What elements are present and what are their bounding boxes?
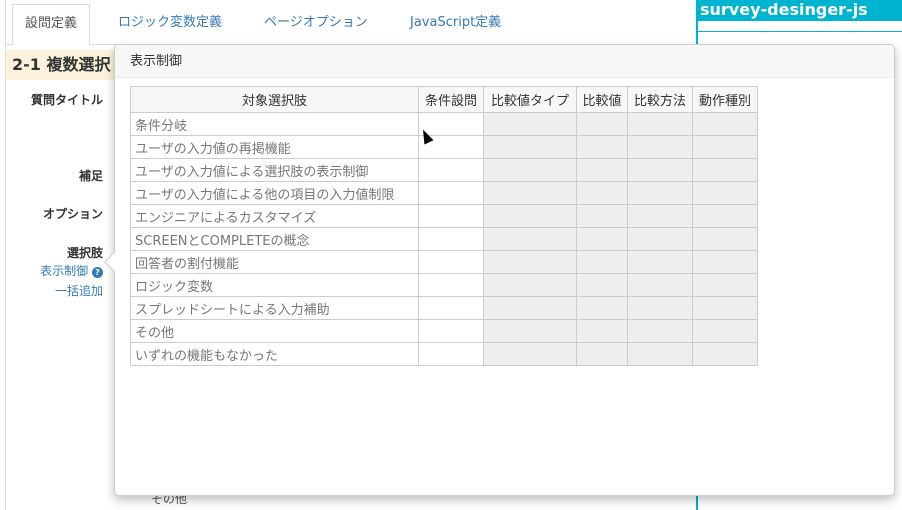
condition-cell[interactable] (418, 273, 484, 297)
condition-cell[interactable] (483, 319, 577, 343)
table-row: 条件分岐 (130, 112, 758, 136)
condition-cell[interactable] (483, 342, 577, 366)
condition-cell[interactable] (483, 250, 577, 274)
condition-cell[interactable] (483, 112, 577, 136)
condition-cell[interactable] (692, 342, 758, 366)
condition-cell[interactable] (692, 158, 758, 182)
condition-cell[interactable] (483, 227, 577, 251)
label-option: オプション (42, 207, 103, 221)
condition-cell[interactable] (418, 227, 484, 251)
table-row: ユーザの入力値の再掲機能 (130, 135, 758, 159)
condition-cell[interactable] (576, 135, 628, 159)
condition-cell[interactable] (483, 181, 577, 205)
question-title: 2-1 複数選択 (6, 50, 116, 80)
table-row: いずれの機能もなかった (130, 342, 758, 366)
condition-cell[interactable] (418, 296, 484, 320)
column-header: 対象選択肢 (130, 86, 419, 113)
table-row: ロジック変数 (130, 273, 758, 297)
condition-cell[interactable] (692, 227, 758, 251)
tab-logic-variables[interactable]: ロジック変数定義 (106, 4, 234, 45)
condition-cell[interactable] (576, 296, 628, 320)
condition-cell[interactable] (576, 204, 628, 228)
condition-cell[interactable] (692, 296, 758, 320)
condition-cell[interactable] (627, 250, 693, 274)
condition-cell[interactable] (692, 204, 758, 228)
condition-cell[interactable] (483, 135, 577, 159)
condition-cell[interactable] (483, 273, 577, 297)
condition-cell[interactable] (576, 250, 628, 274)
condition-cell[interactable] (627, 181, 693, 205)
bulk-add-link[interactable]: 一括追加 (55, 282, 103, 299)
choice-label: ユーザの入力値による選択肢の表示制御 (130, 158, 419, 182)
condition-cell[interactable] (418, 181, 484, 205)
visibility-link-label: 表示制御 (40, 264, 89, 278)
choice-label: SCREENとCOMPLETEの概念 (130, 227, 419, 251)
choice-label: エンジニアによるカスタマイズ (130, 204, 419, 228)
condition-cell[interactable] (576, 227, 628, 251)
choice-label: ユーザの入力値の再掲機能 (130, 135, 419, 159)
table-row: その他 (130, 319, 758, 343)
table-row: ユーザの入力値による選択肢の表示制御 (130, 158, 758, 182)
column-header: 条件設問 (418, 86, 484, 113)
choice-label: ロジック変数 (130, 273, 419, 297)
tab-page-options[interactable]: ページオプション (252, 4, 380, 45)
label-title: 質問タイトル (30, 93, 103, 107)
visibility-table: 対象選択肢 条件設問 比較値タイプ 比較値 比較方法 動作種別 条件分岐 ユーザの入力値の再… (130, 86, 758, 366)
condition-cell[interactable] (576, 112, 628, 136)
condition-cell[interactable] (576, 181, 628, 205)
tab-question-definition[interactable]: 設問定義 (12, 4, 91, 46)
condition-cell[interactable] (627, 204, 693, 228)
choice-label: スプレッドシートによる入力補助 (130, 296, 419, 320)
condition-cell[interactable] (418, 204, 484, 228)
condition-cell[interactable] (483, 158, 577, 182)
choice-label: 条件分岐 (130, 112, 419, 136)
label-note: 補足 (78, 169, 103, 183)
condition-cell[interactable] (576, 319, 628, 343)
condition-cell[interactable] (627, 158, 693, 182)
condition-cell[interactable] (627, 112, 693, 136)
table-row: ユーザの入力値による他の項目の入力値制限 (130, 181, 758, 205)
condition-cell[interactable] (692, 181, 758, 205)
condition-cell[interactable] (576, 342, 628, 366)
popover-title: 表示制御 (115, 45, 894, 78)
condition-cell[interactable] (483, 204, 577, 228)
condition-cell[interactable] (576, 273, 628, 297)
tab-javascript[interactable]: JavaScript定義 (398, 4, 513, 45)
table-row: エンジニアによるカスタマイズ (130, 204, 758, 228)
visibility-link[interactable]: 表示制御 ? (40, 262, 103, 279)
condition-cell[interactable] (627, 342, 693, 366)
condition-cell[interactable] (692, 319, 758, 343)
table-row: SCREENとCOMPLETEの概念 (130, 227, 758, 251)
help-icon[interactable]: ? (92, 267, 103, 278)
column-header: 比較値タイプ (483, 86, 577, 113)
condition-cell[interactable] (627, 273, 693, 297)
choice-label: 回答者の割付機能 (130, 250, 419, 274)
table-row: 回答者の割付機能 (130, 250, 758, 274)
condition-cell[interactable] (692, 135, 758, 159)
condition-cell[interactable] (418, 158, 484, 182)
table-row: スプレッドシートによる入力補助 (130, 296, 758, 320)
condition-cell[interactable] (627, 296, 693, 320)
column-header: 比較値 (576, 86, 628, 113)
choice-label: いずれの機能もなかった (130, 342, 419, 366)
condition-cell[interactable] (692, 112, 758, 136)
preview-title: survey-desinger-js (698, 0, 902, 21)
column-header: 動作種別 (692, 86, 758, 113)
column-header: 比較方法 (627, 86, 693, 113)
condition-cell[interactable] (627, 227, 693, 251)
condition-cell[interactable] (692, 273, 758, 297)
condition-cell[interactable] (418, 319, 484, 343)
label-choices: 選択肢 (66, 246, 103, 260)
choice-label: ユーザの入力値による他の項目の入力値制限 (130, 181, 419, 205)
condition-cell[interactable] (418, 250, 484, 274)
tab-bar: 設問定義 ロジック変数定義 ページオプション JavaScript定義 (6, 0, 696, 46)
choice-label: その他 (130, 319, 419, 343)
condition-cell[interactable] (483, 296, 577, 320)
condition-cell[interactable] (418, 342, 484, 366)
condition-cell[interactable] (627, 319, 693, 343)
condition-cell[interactable] (627, 135, 693, 159)
condition-cell[interactable] (576, 158, 628, 182)
visibility-popover: 表示制御 対象選択肢 条件設問 比較値タイプ 比較値 比較方法 動作種別 条件分岐 ユーザの… (104, 44, 895, 496)
condition-cell[interactable] (692, 250, 758, 274)
